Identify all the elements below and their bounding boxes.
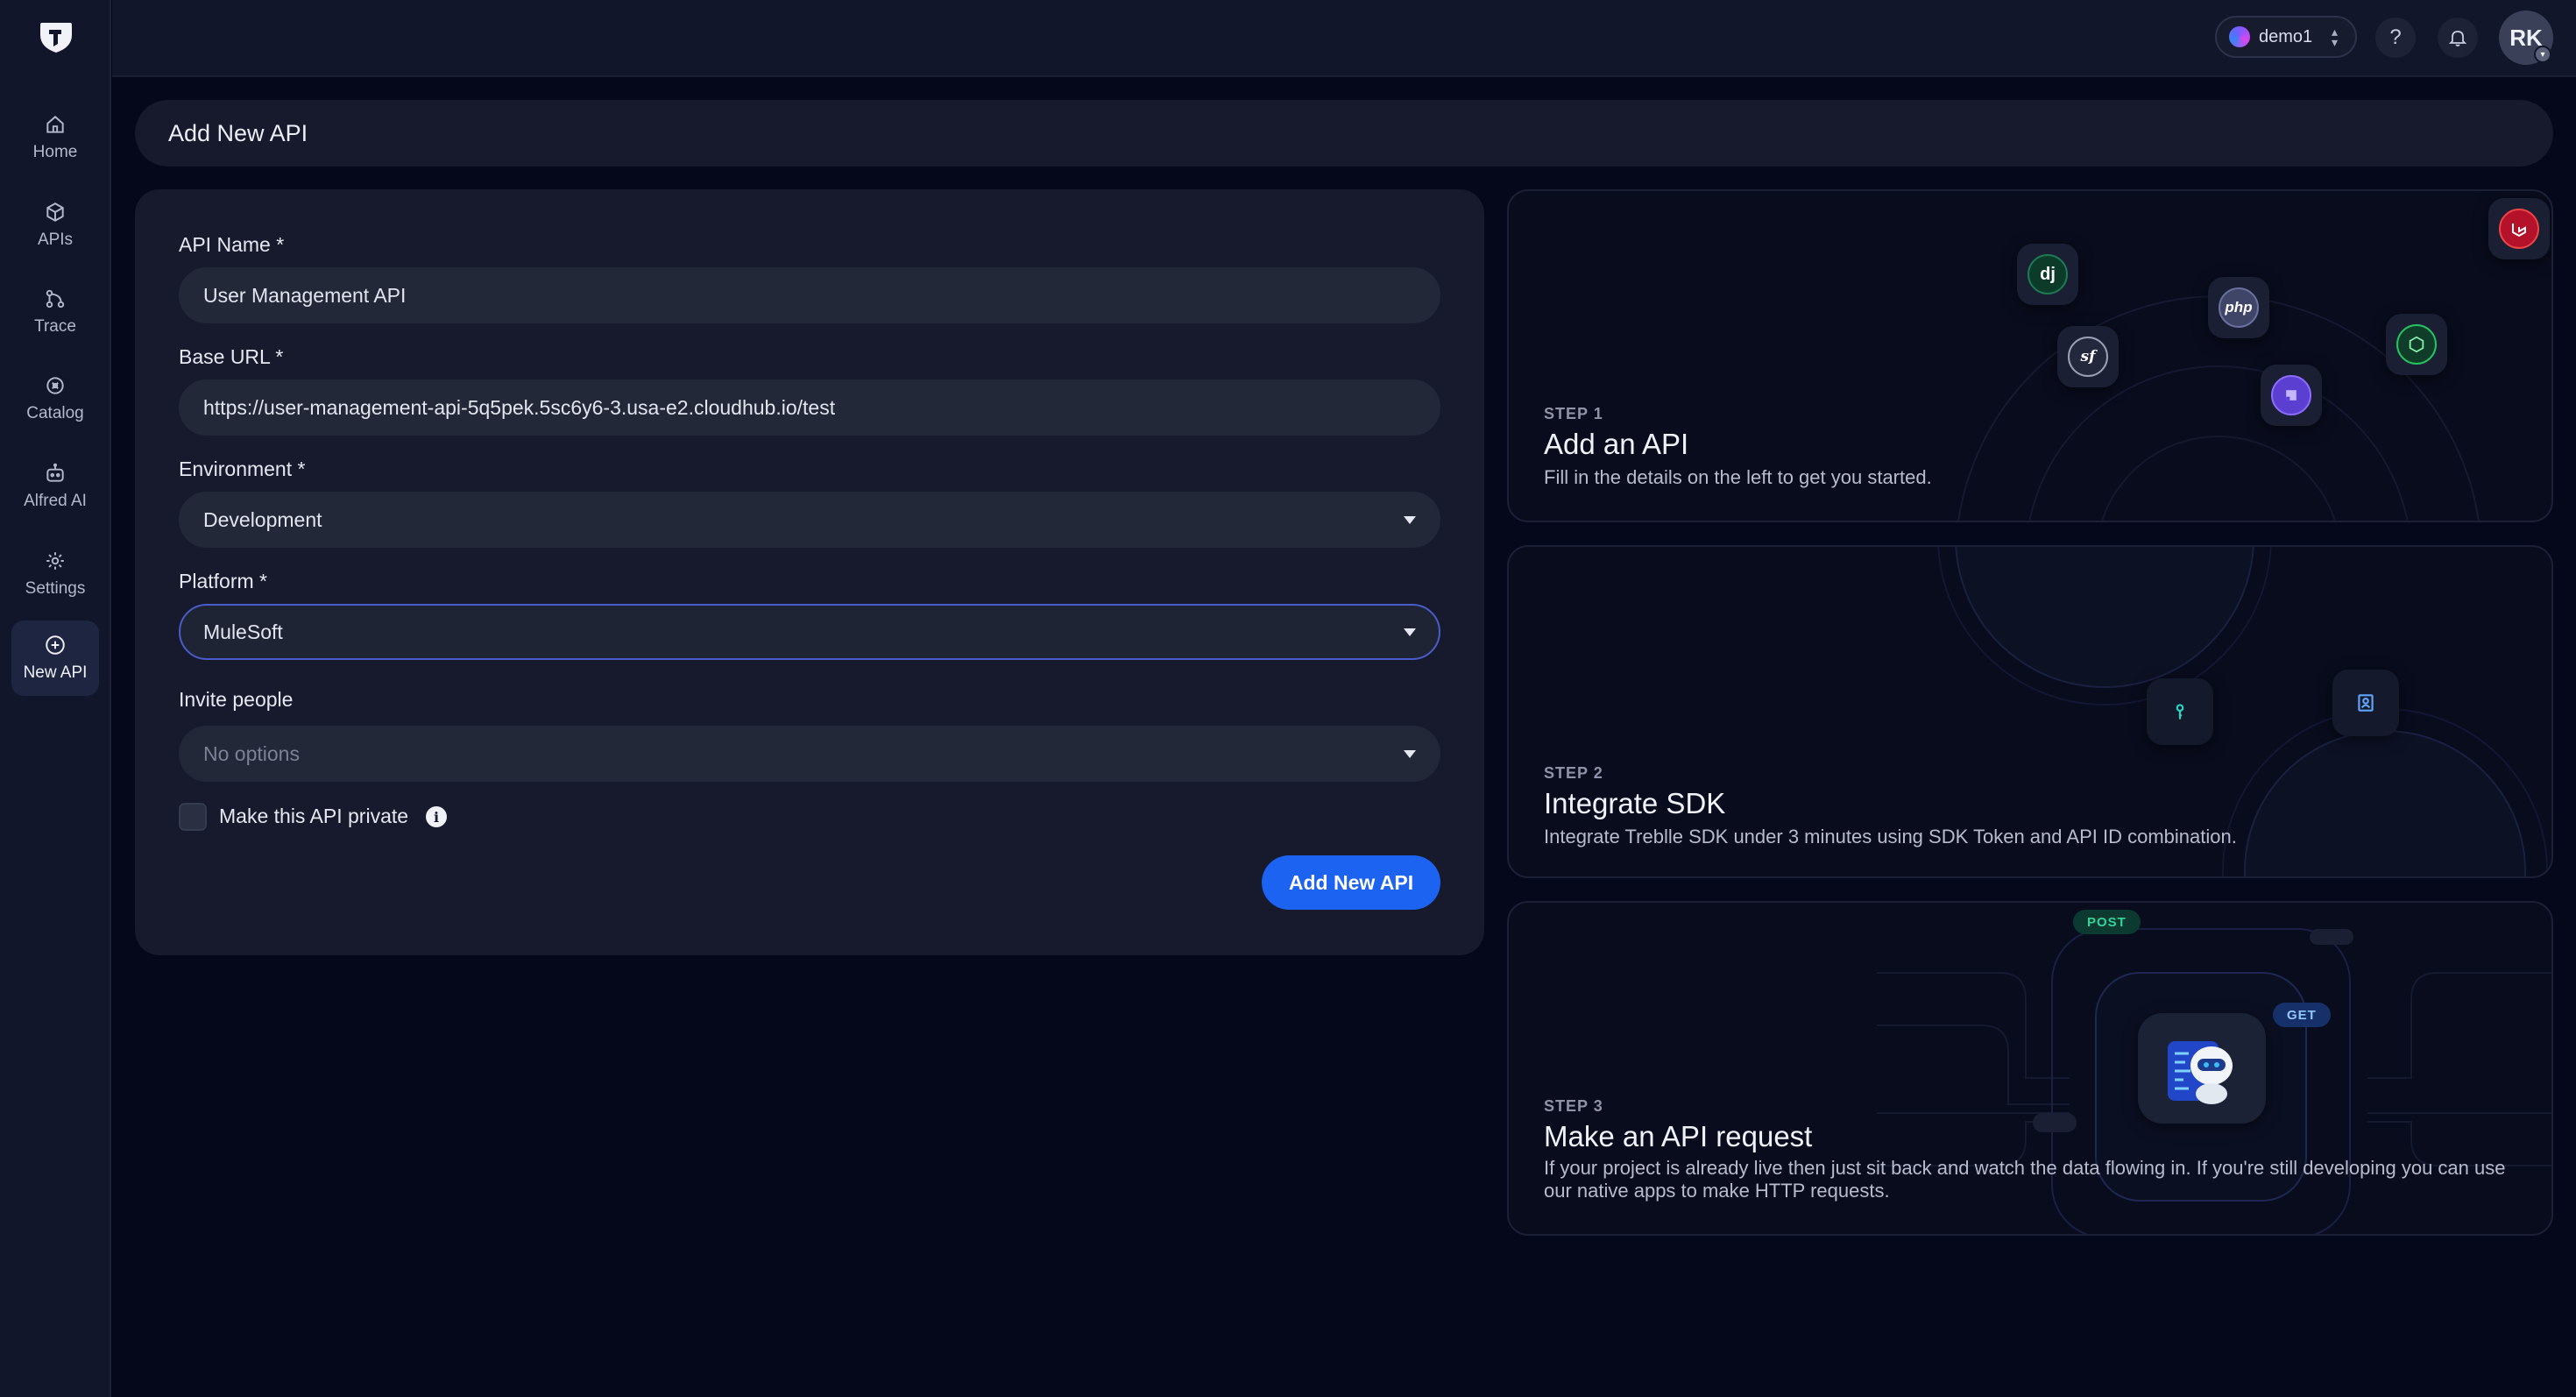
cube-icon — [46, 202, 64, 222]
step-description: Fill in the details on the left to get y… — [1544, 466, 1932, 488]
environment-label: Environment * — [179, 457, 306, 480]
sidebar: Home APIs Trace Catalog Alfred AI Settin… — [0, 0, 111, 1397]
invite-people-label: Invite people — [179, 688, 294, 711]
environment-select[interactable]: Development — [179, 492, 1440, 548]
base-url-input[interactable]: https://user-management-api-5q5pek.5sc6y… — [179, 379, 1440, 436]
workspace-icon — [2229, 26, 2250, 47]
nodejs-icon — [2386, 314, 2447, 375]
sidebar-item-label: New API — [23, 663, 88, 682]
platform-value: MuleSoft — [203, 620, 283, 643]
help-button[interactable]: ? — [2375, 18, 2416, 58]
gear-icon — [46, 552, 64, 570]
django-icon: dj — [2017, 244, 2078, 305]
step-number: STEP 3 — [1544, 1097, 1603, 1115]
post-method-badge: POST — [2073, 910, 2141, 934]
php-icon: php — [2208, 277, 2269, 338]
catalog-icon — [46, 377, 64, 394]
avatar-chevron-down-icon[interactable]: ▾ — [2534, 46, 2551, 63]
add-api-form: API Name * User Management API Base URL … — [135, 189, 1484, 955]
sidebar-item-label: Trace — [34, 317, 76, 336]
notifications-button[interactable] — [2438, 18, 2478, 58]
sidebar-item-label: Settings — [25, 579, 86, 598]
sidebar-item-label: Catalog — [26, 404, 84, 422]
page-title: Add New API — [168, 119, 308, 146]
get-method-badge: GET — [2273, 1003, 2331, 1027]
symfony-glyph: sf — [2080, 348, 2096, 365]
workspace-switcher[interactable]: demo1 ▴ ▾ — [2215, 16, 2357, 58]
top-bar — [112, 0, 2576, 77]
step-number: STEP 2 — [1544, 764, 1603, 782]
environment-value: Development — [203, 507, 322, 531]
help-icon: ? — [2389, 25, 2402, 49]
api-name-input[interactable]: User Management API — [179, 267, 1440, 323]
invite-people-select[interactable]: No options — [179, 726, 1440, 782]
get-label: GET — [2287, 1007, 2317, 1023]
chevron-up-down-icon: ▴ ▾ — [2331, 25, 2338, 49]
step-number: STEP 1 — [1544, 405, 1603, 422]
php-glyph: php — [2225, 299, 2253, 316]
sidebar-item-apis[interactable]: APIs — [11, 188, 99, 263]
page-header: Add New API — [135, 100, 2553, 167]
sidebar-item-settings[interactable]: Settings — [11, 536, 99, 612]
invite-people-placeholder: No options — [203, 741, 300, 765]
chevron-down-icon — [1404, 516, 1416, 524]
id-card-icon — [2332, 670, 2399, 736]
step-card-integrate-sdk: STEP 2 Integrate SDK Integrate Treblle S… — [1507, 545, 2553, 878]
private-api-label: Make this API private — [219, 805, 409, 827]
private-api-checkbox[interactable] — [179, 803, 207, 831]
step-title: Integrate SDK — [1544, 787, 1726, 819]
treblle-logo-icon[interactable] — [37, 19, 75, 54]
sidebar-item-label: Home — [32, 143, 78, 161]
bell-icon — [2448, 31, 2467, 46]
platform-select[interactable]: MuleSoft — [179, 604, 1440, 660]
sidebar-item-home[interactable]: Home — [11, 100, 99, 175]
api-name-value: User Management API — [203, 283, 407, 307]
dotnet-icon — [2261, 365, 2322, 426]
api-name-label: API Name * — [179, 233, 285, 256]
base-url-value: https://user-management-api-5q5pek.5sc6y… — [203, 395, 836, 419]
symfony-icon: sf — [2057, 326, 2119, 387]
step-description: If your project is already live then jus… — [1544, 1157, 2506, 1202]
workspace-name: demo1 — [2259, 26, 2313, 46]
robot-mascot-icon — [2138, 1013, 2266, 1124]
home-icon — [46, 116, 64, 133]
info-icon[interactable]: i — [426, 806, 447, 827]
chevron-down-icon — [1404, 628, 1416, 636]
step-card-add-api: dj php sf STEP 1 Add an API Fill in the … — [1507, 189, 2553, 522]
platform-label: Platform * — [179, 570, 267, 592]
step-card-api-request: POST GET STEP 3 Make an API request If y… — [1507, 901, 2553, 1236]
step-title: Add an API — [1544, 428, 1689, 460]
robot-icon — [46, 463, 64, 482]
plus-circle-icon — [46, 635, 65, 655]
sidebar-item-alfred-ai[interactable]: Alfred AI — [11, 449, 99, 524]
trace-icon — [46, 289, 65, 308]
post-label: POST — [2087, 914, 2127, 930]
sidebar-item-label: Alfred AI — [24, 492, 87, 510]
step-description: Integrate Treblle SDK under 3 minutes us… — [1544, 826, 2237, 847]
key-icon — [2147, 678, 2213, 745]
base-url-label: Base URL * — [179, 345, 284, 368]
chevron-down-icon — [1404, 750, 1416, 758]
add-new-api-label: Add New API — [1288, 870, 1414, 894]
step-title: Make an API request — [1544, 1120, 1813, 1152]
sidebar-item-new-api[interactable]: New API — [11, 620, 99, 696]
django-glyph: dj — [2040, 264, 2056, 284]
sidebar-item-label: APIs — [37, 230, 74, 249]
laravel-icon — [2488, 198, 2550, 259]
sidebar-item-catalog[interactable]: Catalog — [11, 361, 99, 436]
add-new-api-button[interactable]: Add New API — [1262, 855, 1440, 910]
sidebar-item-trace[interactable]: Trace — [11, 274, 99, 350]
